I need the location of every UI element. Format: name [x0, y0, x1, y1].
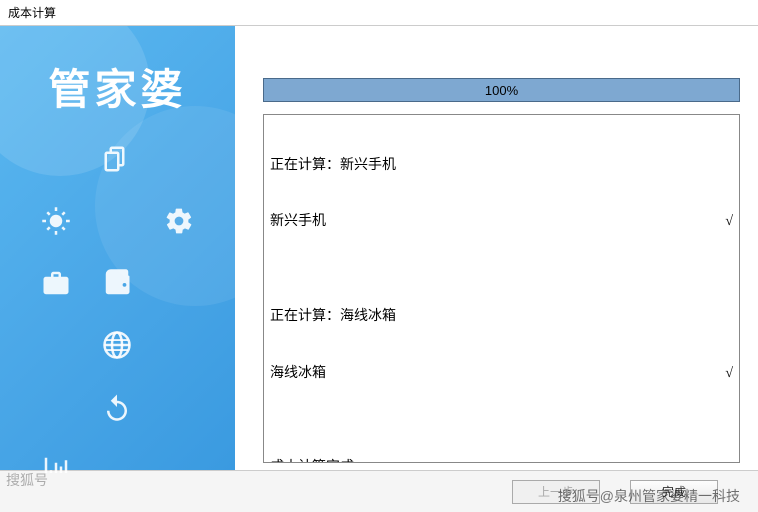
log-line: 成本计算完成。 — [270, 459, 733, 463]
sun-icon — [30, 199, 82, 243]
gear-icon — [153, 199, 205, 243]
log-line: 新兴手机 √ — [270, 213, 733, 232]
log-line: 海线冰箱 √ — [270, 365, 733, 384]
progress-bar: 100% — [263, 78, 740, 102]
progress-text: 100% — [485, 83, 518, 98]
documents-icon — [92, 137, 144, 181]
globe-icon — [92, 323, 144, 367]
log-line: 正在计算：海线冰箱 — [270, 308, 733, 327]
app-logo: 管家婆 — [0, 26, 235, 137]
main-panel: 100% 正在计算：新兴手机 新兴手机 √ 正在计算：海线冰箱 海线冰箱 √ 成… — [235, 26, 758, 473]
undo-icon — [92, 385, 144, 429]
wallet-icon — [92, 261, 144, 305]
sidebar: 管家婆 — [0, 26, 235, 473]
icon-grid — [0, 137, 235, 473]
content: 管家婆 — [0, 26, 758, 473]
watermark-left: 搜狐号 — [6, 470, 48, 490]
briefcase-icon — [30, 261, 82, 305]
watermark-right: 搜狐号@泉州管家婆精一科技 — [558, 486, 740, 506]
window-title: 成本计算 — [0, 0, 758, 26]
log-line: 正在计算：新兴手机 — [270, 157, 733, 176]
log-area[interactable]: 正在计算：新兴手机 新兴手机 √ 正在计算：海线冰箱 海线冰箱 √ 成本计算完成… — [263, 114, 740, 463]
